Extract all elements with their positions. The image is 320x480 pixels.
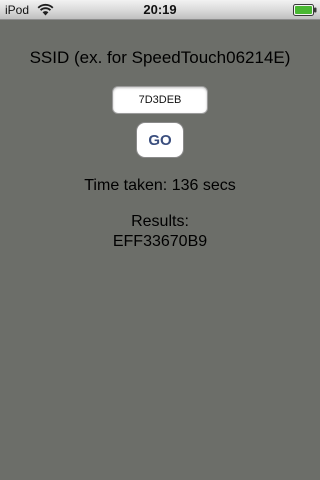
battery-icon: [293, 4, 317, 16]
results-value: EFF33670B9: [112, 233, 208, 250]
time-taken-text: Time taken: 136 secs: [84, 177, 236, 194]
status-time: 20:19: [143, 2, 177, 17]
go-button[interactable]: GO: [136, 122, 184, 158]
results-label: Results:: [131, 213, 189, 230]
status-bar: iPod 20:19: [0, 0, 320, 20]
ssid-input[interactable]: [112, 86, 208, 114]
main-content: SSID (ex. for SpeedTouch06214E) GO Time …: [0, 20, 320, 480]
ssid-label: SSID (ex. for SpeedTouch06214E): [29, 48, 291, 67]
